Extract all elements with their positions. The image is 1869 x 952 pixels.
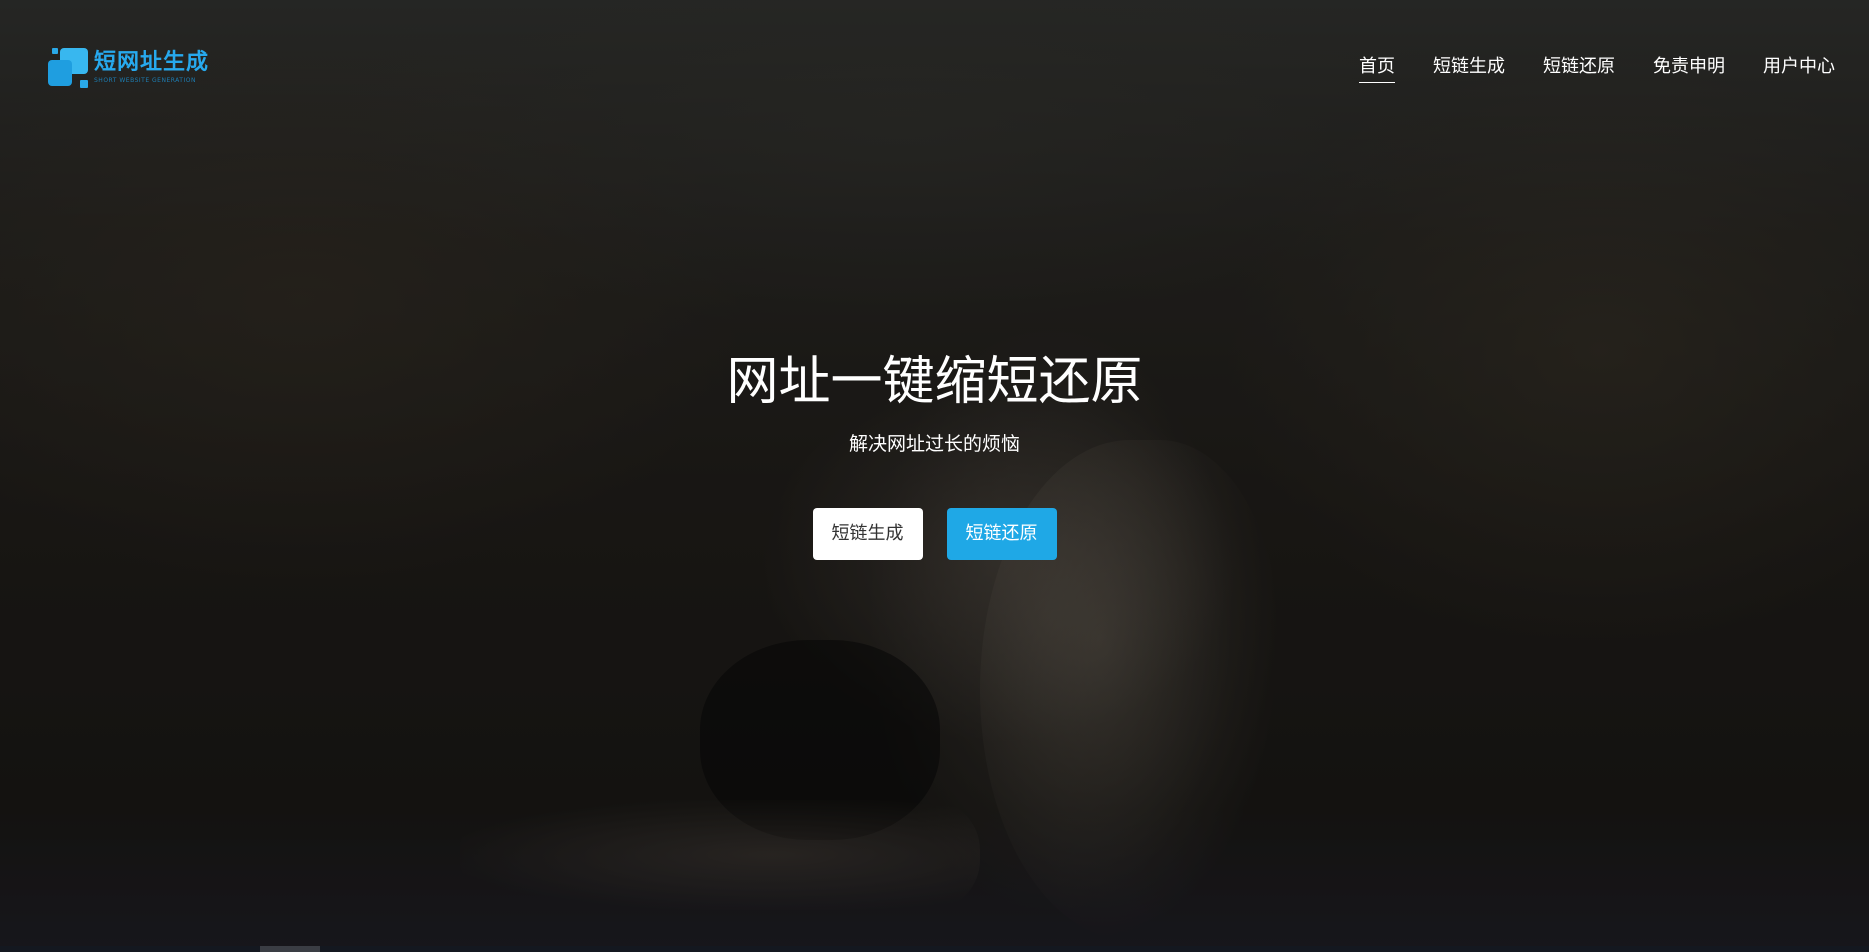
hero-subtitle: 解决网址过长的烦恼 bbox=[848, 433, 1020, 455]
restore-short-link-button[interactable]: 短链还原 bbox=[946, 508, 1057, 560]
logo-title: 短网址生成 bbox=[94, 50, 210, 75]
bottom-bar-segment bbox=[260, 946, 320, 952]
hero-title: 网址一键缩短还原 bbox=[726, 352, 1143, 412]
logo-text: 短网址生成 SHORT WEBSITE GENERATION bbox=[94, 51, 209, 85]
nav-item-disclaimer[interactable]: 免责申明 bbox=[1653, 54, 1725, 83]
generate-short-link-button[interactable]: 短链生成 bbox=[812, 508, 923, 560]
hero-section: 网址一键缩短还原 解决网址过长的烦恼 短链生成 短链还原 bbox=[0, 350, 1869, 560]
nav-item-restore[interactable]: 短链还原 bbox=[1543, 54, 1615, 83]
site-header: 短网址生成 SHORT WEBSITE GENERATION 首页 短链生成 短… bbox=[0, 0, 1869, 130]
nav-item-home[interactable]: 首页 bbox=[1359, 54, 1395, 83]
nav-item-generate[interactable]: 短链生成 bbox=[1433, 54, 1505, 83]
bottom-bar bbox=[0, 946, 1869, 952]
page: 短网址生成 SHORT WEBSITE GENERATION 首页 短链生成 短… bbox=[0, 0, 1869, 952]
logo-icon bbox=[48, 46, 90, 90]
nav-item-user-center[interactable]: 用户中心 bbox=[1763, 54, 1835, 83]
main-nav: 首页 短链生成 短链还原 免责申明 用户中心 bbox=[1321, 54, 1835, 83]
logo-subtitle: SHORT WEBSITE GENERATION bbox=[94, 77, 196, 84]
site-logo[interactable]: 短网址生成 SHORT WEBSITE GENERATION bbox=[48, 46, 218, 90]
hero-buttons: 短链生成 短链还原 bbox=[0, 508, 1869, 560]
